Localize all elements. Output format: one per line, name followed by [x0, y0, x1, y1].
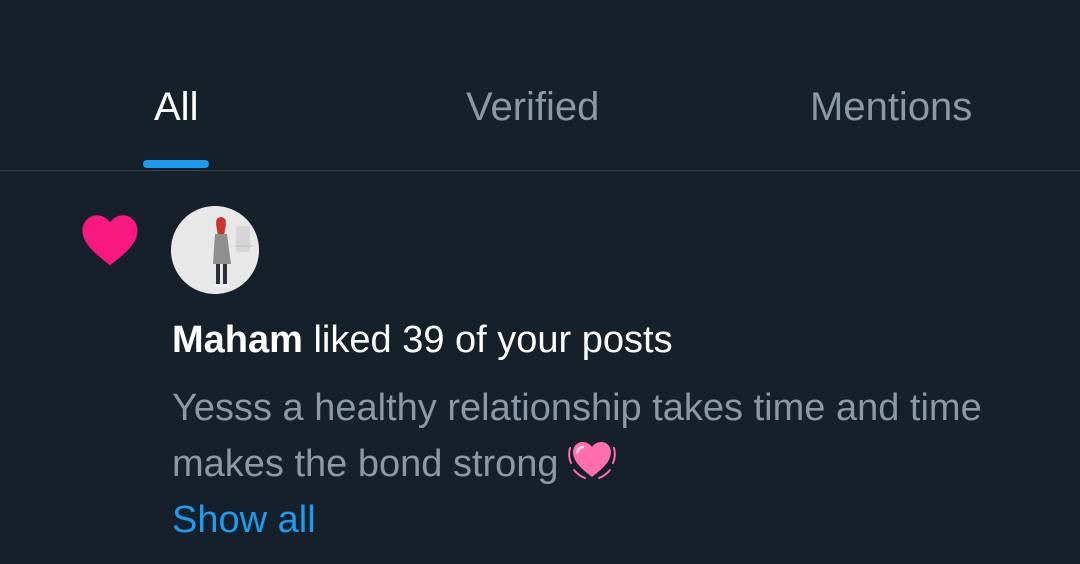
notifications-tab-bar: All Verified Mentions — [0, 0, 1080, 171]
notification-headline: Maham liked 39 of your posts — [172, 317, 673, 363]
show-all-link[interactable]: Show all — [172, 496, 316, 544]
tab-all-label: All — [154, 85, 199, 129]
tab-mentions[interactable]: Mentions — [810, 82, 972, 170]
avatar-picture — [171, 206, 259, 294]
action-text: liked 39 of your posts — [313, 319, 673, 361]
active-tab-indicator — [143, 160, 210, 168]
tab-mentions-label: Mentions — [810, 85, 973, 129]
avatar[interactable] — [171, 206, 259, 294]
tab-verified[interactable]: Verified — [466, 82, 599, 170]
tab-verified-label: Verified — [466, 85, 600, 129]
beating-heart-emoji-icon — [567, 442, 616, 479]
post-preview: Yesss a healthy relationship takes time … — [172, 380, 1032, 492]
like-notification[interactable]: Maham liked 39 of your posts Yesss a hea… — [0, 171, 1080, 564]
user-name[interactable]: Maham — [172, 319, 303, 361]
heart-icon — [82, 215, 138, 266]
tab-all[interactable]: All — [143, 82, 210, 170]
